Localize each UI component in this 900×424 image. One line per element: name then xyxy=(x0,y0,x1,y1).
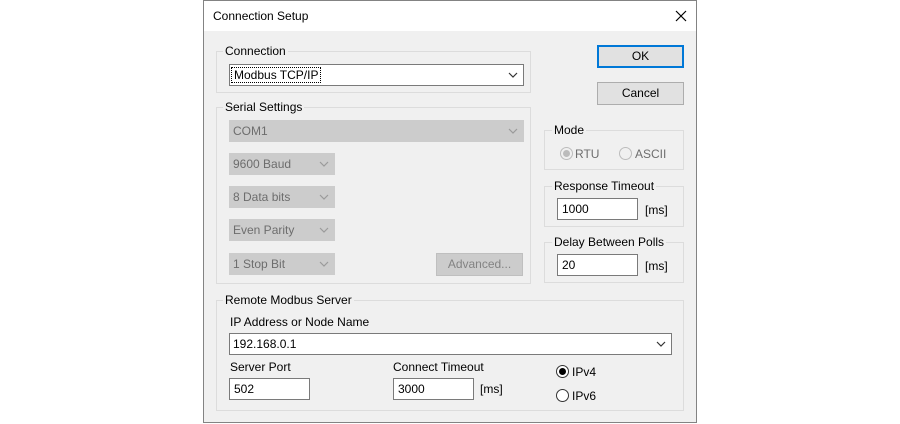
delay-between-polls-label: Delay Between Polls xyxy=(552,235,667,249)
connection-group-label: Connection xyxy=(223,44,288,58)
ipv4-radio[interactable] xyxy=(556,365,569,378)
serial-settings-label: Serial Settings xyxy=(223,100,305,114)
data-bits-dropdown[interactable]: 8 Data bits xyxy=(229,186,335,208)
server-port-input[interactable]: 502 xyxy=(229,378,310,400)
ipv4-label: IPv4 xyxy=(572,365,597,379)
ipv6-label: IPv6 xyxy=(572,389,597,403)
cancel-label: Cancel xyxy=(621,86,660,100)
ascii-radio[interactable] xyxy=(619,147,632,160)
ascii-label: ASCII xyxy=(635,147,667,161)
chevron-down-icon xyxy=(319,194,329,200)
rtu-label: RTU xyxy=(575,147,600,161)
ok-button[interactable]: OK xyxy=(597,45,684,68)
connect-timeout-input[interactable]: 3000 xyxy=(393,378,474,400)
parity-dropdown[interactable]: Even Parity xyxy=(229,219,335,241)
connection-value: Modbus TCP/IP xyxy=(231,67,322,83)
server-port-value: 502 xyxy=(234,382,255,396)
chevron-down-icon xyxy=(319,261,329,267)
delay-between-polls-value: 20 xyxy=(562,258,576,272)
ok-label: OK xyxy=(631,49,650,63)
advanced-label: Advanced... xyxy=(447,257,512,271)
connection-dropdown[interactable]: Modbus TCP/IP xyxy=(229,64,524,86)
data-bits-value: 8 Data bits xyxy=(233,190,291,204)
cancel-button[interactable]: Cancel xyxy=(597,82,684,105)
chevron-down-icon xyxy=(508,72,518,78)
delay-between-polls-input[interactable]: 20 xyxy=(557,254,638,276)
connection-setup-dialog: Connection Setup Connection Modbus TCP/I… xyxy=(203,0,697,423)
chevron-down-icon xyxy=(319,227,329,233)
response-timeout-input[interactable]: 1000 xyxy=(557,198,638,220)
dialog-title: Connection Setup xyxy=(213,9,309,23)
ip-address-value: 192.168.0.1 xyxy=(233,337,297,351)
baud-rate-dropdown[interactable]: 9600 Baud xyxy=(229,153,335,175)
connect-timeout-unit: [ms] xyxy=(480,382,503,396)
mode-label: Mode xyxy=(552,123,587,137)
ip-address-combobox[interactable]: 192.168.0.1 xyxy=(229,333,672,355)
serial-port-dropdown[interactable]: COM1 xyxy=(229,120,524,142)
stop-bits-value: 1 Stop Bit xyxy=(233,257,286,271)
ipv6-radio[interactable] xyxy=(556,389,569,402)
chevron-down-icon xyxy=(319,161,329,167)
chevron-down-icon xyxy=(656,341,666,347)
connect-timeout-label: Connect Timeout xyxy=(393,360,484,374)
advanced-button[interactable]: Advanced... xyxy=(436,253,523,276)
close-button[interactable] xyxy=(666,1,696,31)
parity-value: Even Parity xyxy=(233,223,295,237)
title-bar: Connection Setup xyxy=(204,1,696,31)
ip-address-label: IP Address or Node Name xyxy=(230,315,370,329)
response-timeout-unit: [ms] xyxy=(645,203,668,217)
remote-modbus-server-label: Remote Modbus Server xyxy=(223,293,354,307)
chevron-down-icon xyxy=(508,128,518,134)
connect-timeout-value: 3000 xyxy=(398,382,425,396)
response-timeout-value: 1000 xyxy=(562,202,589,216)
serial-port-value: COM1 xyxy=(233,124,268,138)
response-timeout-label: Response Timeout xyxy=(552,179,657,193)
baud-rate-value: 9600 Baud xyxy=(233,157,292,171)
server-port-label: Server Port xyxy=(230,360,291,374)
close-icon xyxy=(675,10,687,22)
delay-between-polls-unit: [ms] xyxy=(645,259,668,273)
stop-bits-dropdown[interactable]: 1 Stop Bit xyxy=(229,253,335,275)
rtu-radio[interactable] xyxy=(560,147,573,160)
